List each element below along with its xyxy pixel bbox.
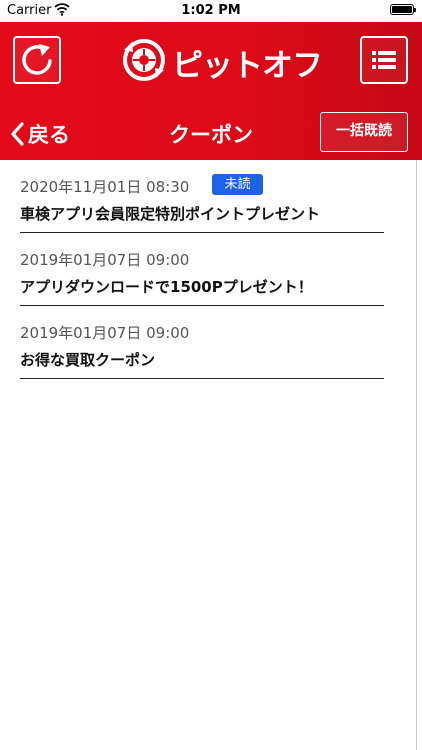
mark-all-read-button[interactable]: 一括既読 (320, 112, 408, 152)
brand-logo: ピットオフ (120, 36, 323, 84)
coupon-title: 車検アプリ会員限定特別ポイントプレゼント (20, 205, 321, 223)
content-edge-line (416, 160, 417, 750)
coupon-item[interactable]: 2019年01月07日 09:00 お得な買取クーポン (0, 306, 422, 379)
battery-icon (390, 4, 416, 15)
unread-badge: 未読 (212, 174, 263, 195)
status-bar: Carrier 1:02 PM (0, 0, 422, 22)
back-label: 戻る (28, 123, 70, 147)
coupon-date: 2019年01月07日 09:00 (20, 251, 190, 269)
coupon-item[interactable]: 2020年11月01日 08:30 未読 車検アプリ会員限定特別ポイントプレゼン… (0, 160, 422, 233)
menu-button[interactable] (360, 36, 408, 84)
coupon-date: 2020年11月01日 08:30 (20, 178, 190, 196)
refresh-icon (22, 44, 52, 75)
coupon-title: お得な買取クーポン (20, 351, 156, 369)
chevron-left-icon (11, 122, 24, 146)
status-time: 1:02 PM (181, 3, 241, 18)
app-header: ピットオフ 戻る クーポン 一括既読 (0, 22, 422, 160)
coupon-date: 2019年01月07日 09:00 (20, 324, 190, 342)
tire-logo-icon (123, 39, 165, 81)
coupon-list: 2020年11月01日 08:30 未読 車検アプリ会員限定特別ポイントプレゼン… (0, 160, 422, 379)
refresh-button[interactable] (13, 36, 61, 84)
back-button[interactable]: 戻る (10, 119, 70, 149)
list-menu-icon (372, 51, 396, 69)
logo-text: ピットオフ (172, 48, 323, 84)
coupon-item[interactable]: 2019年01月07日 09:00 アプリダウンロードで1500Pプレゼント！ (0, 233, 422, 306)
row-divider (20, 378, 384, 379)
coupon-title: アプリダウンロードで1500Pプレゼント！ (20, 278, 313, 296)
